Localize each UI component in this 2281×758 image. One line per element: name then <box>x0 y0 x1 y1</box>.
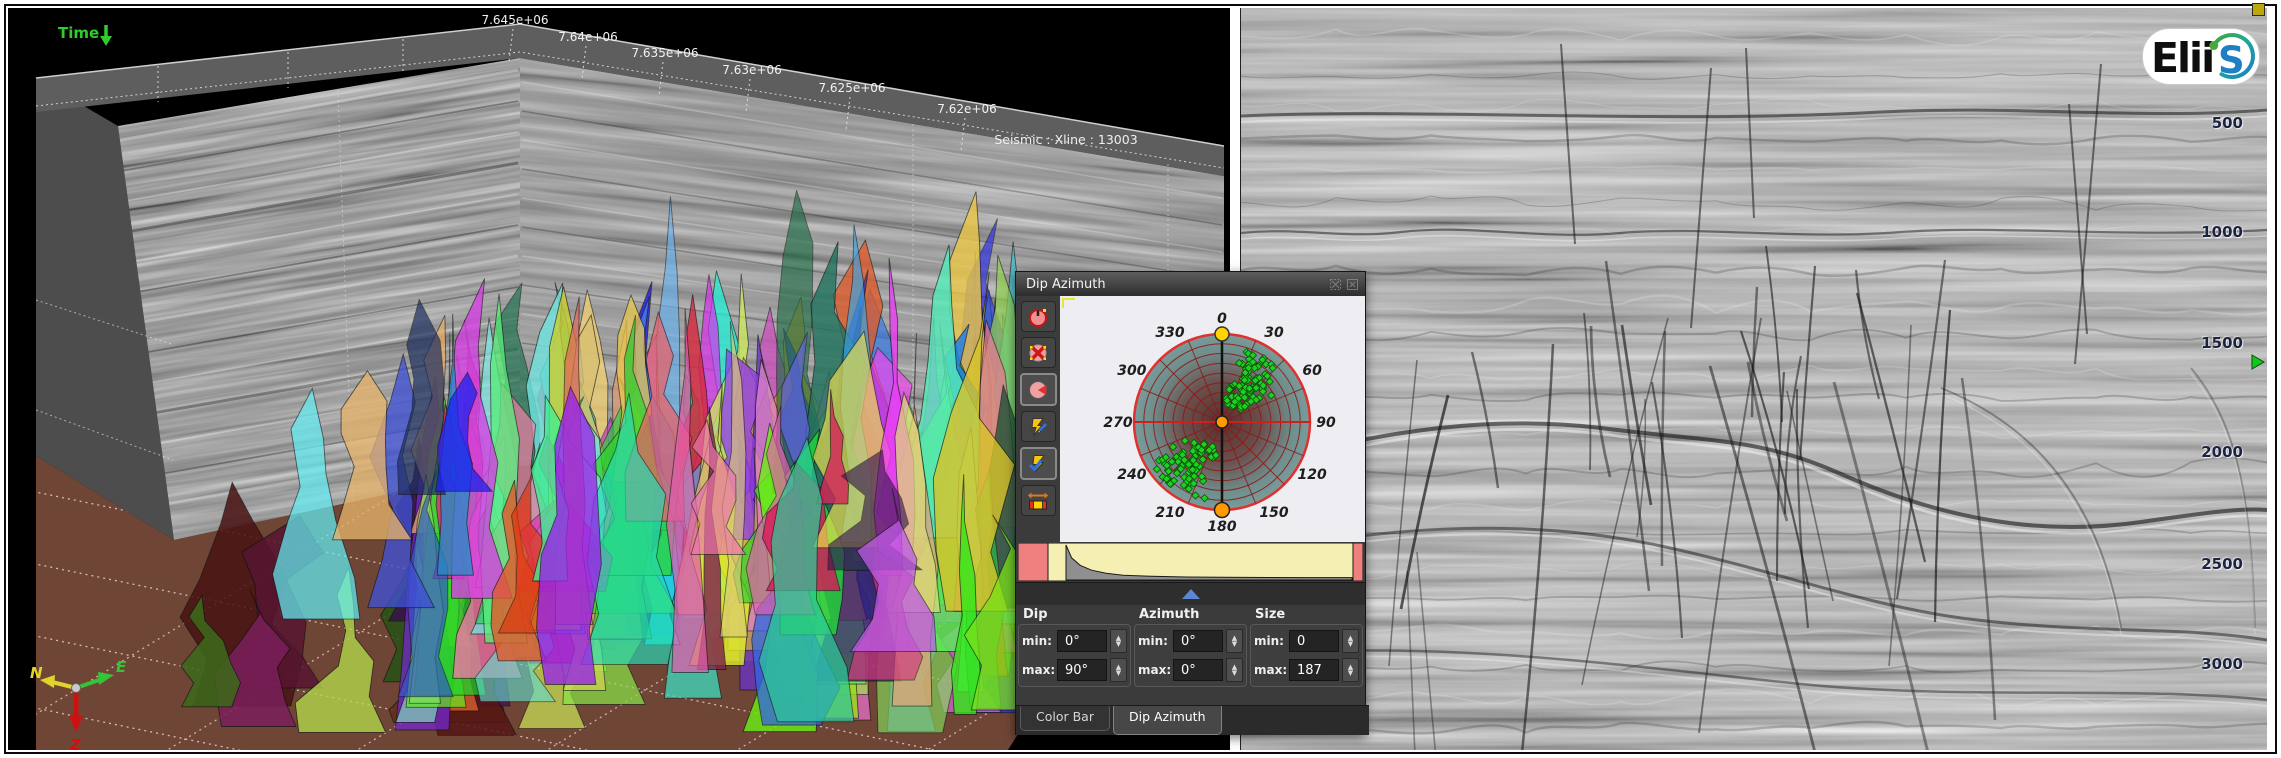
polar-plot-area[interactable]: 0 30 60 90 120 150 180 210 240 270 300 330 <box>1060 296 1365 542</box>
axis-tick-label: 7.64e+06 <box>558 30 617 44</box>
size-min-field[interactable]: 0 <box>1289 630 1339 652</box>
histogram-strip <box>1018 543 1363 581</box>
dialog-titlebar[interactable]: Dip Azimuth <box>1016 272 1365 296</box>
gizmo-axis-label: E <box>116 658 127 676</box>
axis-tick-label: 7.645e+06 <box>481 13 548 27</box>
azimuth-max-spinner[interactable]: ▲▼ <box>1226 658 1243 682</box>
axis-tick-label: 7.63e+06 <box>722 63 781 77</box>
dial-icon <box>1027 307 1049 327</box>
tab-color-bar[interactable]: Color Bar <box>1020 706 1110 731</box>
depth-label: 2000 <box>2191 443 2243 461</box>
size-min-spinner[interactable]: ▲▼ <box>1342 629 1359 653</box>
lightning-edit-button[interactable] <box>1021 411 1056 442</box>
histogram-left-clip-zone <box>1018 543 1048 581</box>
azimuth-handle-bottom <box>1215 503 1230 518</box>
dip-min-label: min: <box>1022 634 1054 648</box>
polar-angle-label: 330 <box>1155 325 1184 341</box>
azimuth-max-label: max: <box>1138 663 1170 677</box>
polar-angle-label: 120 <box>1297 467 1326 483</box>
eliis-logo: Elii S <box>2142 28 2260 85</box>
polar-angle-label: 60 <box>1302 363 1322 379</box>
polar-angle-label: 240 <box>1117 467 1146 483</box>
histogram-right-clip-zone <box>1353 543 1363 581</box>
polar-angle-label: 90 <box>1316 415 1336 431</box>
dip-group-title: Dip <box>1018 605 1131 624</box>
cancel-selection-icon <box>1027 343 1049 363</box>
tab-dip-azimuth[interactable]: Dip Azimuth <box>1113 706 1222 735</box>
range-icon <box>1027 491 1049 511</box>
polar-angle-label: 30 <box>1264 325 1284 341</box>
axis-tick-label: 7.62e+06 <box>937 102 996 116</box>
azimuth-min-label: min: <box>1138 634 1170 648</box>
dip-max-field[interactable]: 90° <box>1057 659 1107 681</box>
logo-dot-icon <box>2209 41 2218 50</box>
size-group: Size min: 0 ▲▼ max: 187 ▲▼ <box>1250 605 1363 705</box>
size-max-field[interactable]: 187 <box>1289 659 1339 681</box>
depth-label: 2500 <box>2191 555 2243 573</box>
time-axis-label: Time <box>58 24 99 42</box>
dip-max-spinner[interactable]: ▲▼ <box>1110 658 1127 682</box>
polar-angle-label: 150 <box>1259 505 1288 521</box>
float-icon[interactable] <box>1329 278 1342 291</box>
lightning-apply-button[interactable] <box>1020 447 1057 480</box>
seismic-section-panel[interactable]: 500 1000 1500 2000 2500 3000 Elii S <box>1240 8 2267 750</box>
lightning-apply-icon <box>1027 454 1049 474</box>
azimuth-handle-top <box>1215 327 1229 341</box>
dip-max-label: max: <box>1022 663 1054 677</box>
polar-center-marker <box>1216 416 1228 428</box>
polar-angle-label: 180 <box>1207 519 1236 535</box>
range-button[interactable] <box>1021 485 1056 516</box>
axis-tick-label: 7.625e+06 <box>818 81 885 95</box>
axis-tick-label: 7.635e+06 <box>631 46 698 60</box>
polar-angle-label: 0 <box>1217 311 1227 327</box>
polar-angle-label: 210 <box>1155 505 1184 521</box>
position-marker-icon[interactable] <box>2251 354 2265 370</box>
filter-controls: Dip min: 0° ▲▼ max: 90° ▲▼ Azimuth min: <box>1016 605 1365 705</box>
histogram-expander[interactable] <box>1016 582 1365 605</box>
logo-text-main: Elii <box>2151 34 2213 82</box>
polar-angle-label: 300 <box>1117 363 1146 379</box>
dip-min-field[interactable]: 0° <box>1057 630 1107 652</box>
lightning-edit-icon <box>1027 417 1049 437</box>
dip-min-spinner[interactable]: ▲▼ <box>1110 629 1127 653</box>
expand-arrow-icon <box>1182 589 1200 599</box>
depth-label: 1000 <box>2191 223 2243 241</box>
cancel-selection-button[interactable] <box>1021 337 1056 368</box>
gizmo-axis-label: Z <box>69 736 82 750</box>
azimuth-min-spinner[interactable]: ▲▼ <box>1226 629 1243 653</box>
depth-label: 500 <box>2191 114 2243 132</box>
dip-group: Dip min: 0° ▲▼ max: 90° ▲▼ <box>1018 605 1131 705</box>
azimuth-max-field[interactable]: 0° <box>1173 659 1223 681</box>
polar-angle-label: 270 <box>1103 415 1132 431</box>
depth-label: 3000 <box>2191 655 2243 673</box>
azimuth-min-field[interactable]: 0° <box>1173 630 1223 652</box>
corner-marker-icon <box>2252 3 2265 16</box>
azimuth-group: Azimuth min: 0° ▲▼ max: 0° ▲▼ <box>1134 605 1247 705</box>
section-label: Seismic : Xline : 13003 <box>994 132 1137 147</box>
dial-button[interactable] <box>1021 301 1056 332</box>
seismic-image <box>1241 8 2267 750</box>
gizmo-axis-label: N <box>30 664 43 682</box>
size-max-label: max: <box>1254 663 1286 677</box>
dip-azimuth-dialog: Dip Azimuth <box>1015 271 1366 735</box>
size-max-spinner[interactable]: ▲▼ <box>1342 658 1359 682</box>
sector-button[interactable] <box>1020 373 1057 406</box>
dialog-title: Dip Azimuth <box>1026 277 1106 292</box>
size-histogram[interactable] <box>1018 543 1363 581</box>
dip-azimuth-polar-plot: 0 30 60 90 120 150 180 210 240 270 300 330 <box>1060 296 1365 542</box>
close-icon[interactable] <box>1346 278 1359 291</box>
depth-label: 1500 <box>2191 334 2243 352</box>
sector-icon <box>1027 380 1049 400</box>
azimuth-group-title: Azimuth <box>1134 605 1247 624</box>
size-group-title: Size <box>1250 605 1363 624</box>
dialog-tab-bar: Color Bar Dip Azimuth <box>1016 705 1369 735</box>
size-min-label: min: <box>1254 634 1286 648</box>
plot-corner-mark <box>1063 299 1075 308</box>
